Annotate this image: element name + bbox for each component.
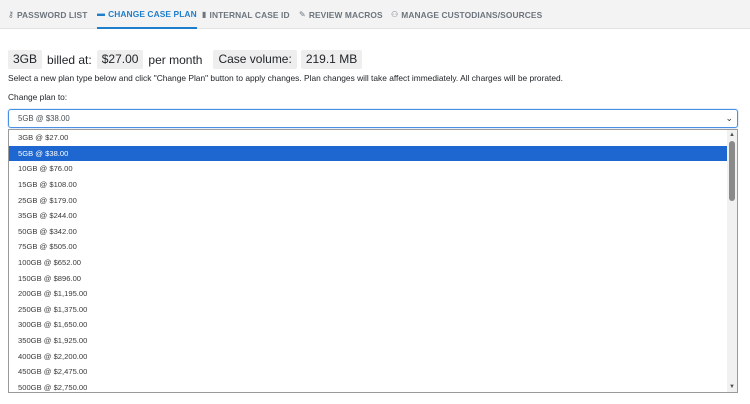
volume-badge: 219.1 MB: [300, 50, 363, 69]
tab-password-list[interactable]: ⚷ PASSWORD LIST: [8, 0, 87, 29]
plan-option[interactable]: 25GB @ $179.00: [9, 192, 728, 208]
tab-label: REVIEW MACROS: [308, 9, 383, 20]
per-month-label: per month: [148, 52, 203, 67]
plan-select-value: 5GB @ $38.00: [18, 114, 70, 123]
plan-option[interactable]: 350GB @ $1,925.00: [9, 333, 728, 349]
scroll-down-icon[interactable]: ▼: [727, 382, 737, 392]
current-plan-badge: 3GB: [8, 50, 43, 69]
plan-option[interactable]: 35GB @ $244.00: [9, 208, 728, 224]
plan-option[interactable]: 50GB @ $342.00: [9, 224, 728, 240]
tab-bar: ⚷ PASSWORD LIST ▬ CHANGE CASE PLAN ▮ INT…: [0, 0, 750, 29]
key-icon: ⚷: [8, 10, 14, 19]
plan-options-list[interactable]: 500GB @ $2,750.00 450GB @ $2,475.00 400GB …: [8, 129, 738, 393]
volume-label: Case volume:: [213, 50, 297, 69]
tab-label: MANAGE CUSTODIANS/SOURCES: [401, 9, 543, 20]
tab-label: CHANGE CASE PLAN: [108, 8, 197, 19]
plan-select[interactable]: 5GB @ $38.00 ⌄: [8, 109, 738, 128]
plan-option[interactable]: 200GB @ $1,195.00: [9, 286, 728, 302]
scrollbar-thumb[interactable]: [729, 141, 735, 201]
tab-manage-custodians[interactable]: ⚇ MANAGE CUSTODIANS/SOURCES: [391, 0, 542, 29]
plan-option[interactable]: 450GB @ $2,475.00: [9, 364, 728, 380]
change-plan-label: Change plan to:: [8, 92, 68, 102]
plan-option[interactable]: 10GB @ $76.00: [9, 161, 728, 177]
users-icon: ⚇: [391, 10, 399, 19]
scrollbar[interactable]: ▲ ▼: [727, 130, 737, 392]
tab-internal-case-id[interactable]: ▮ INTERNAL CASE ID: [202, 0, 290, 29]
plan-option[interactable]: 75GB @ $505.00: [9, 239, 728, 255]
bookmark-icon: ▮: [202, 10, 207, 19]
folder-icon: ▬: [97, 9, 106, 18]
plan-option[interactable]: 250GB @ $1,375.00: [9, 302, 728, 318]
plan-option[interactable]: 400GB @ $2,200.00: [9, 348, 728, 364]
chevron-down-icon: ⌄: [725, 113, 733, 123]
plan-option[interactable]: 300GB @ $1,650.00: [9, 317, 728, 333]
plan-option[interactable]: 3GB @ $27.00: [9, 130, 728, 146]
tab-change-case-plan[interactable]: ▬ CHANGE CASE PLAN: [97, 0, 197, 29]
price-badge: $27.00: [96, 50, 144, 69]
plan-option[interactable]: 15GB @ $108.00: [9, 177, 728, 193]
plan-description: Select a new plan type below and click "…: [8, 73, 563, 83]
tab-review-macros[interactable]: ✎ REVIEW MACROS: [299, 0, 383, 29]
plan-option[interactable]: 500GB @ $2,750.00: [9, 380, 728, 392]
tab-label: PASSWORD LIST: [16, 9, 88, 20]
billed-label: billed at:: [47, 52, 92, 67]
wand-icon: ✎: [299, 10, 306, 19]
tab-label: INTERNAL CASE ID: [209, 9, 290, 20]
plan-option[interactable]: 150GB @ $896.00: [9, 270, 728, 286]
plan-info: 3GB billed at: $27.00 per month Case vol…: [8, 50, 363, 69]
scroll-up-icon[interactable]: ▲: [727, 130, 737, 140]
plan-option[interactable]: 5GB @ $38.00: [9, 145, 728, 162]
plan-option[interactable]: 100GB @ $652.00: [9, 255, 728, 271]
